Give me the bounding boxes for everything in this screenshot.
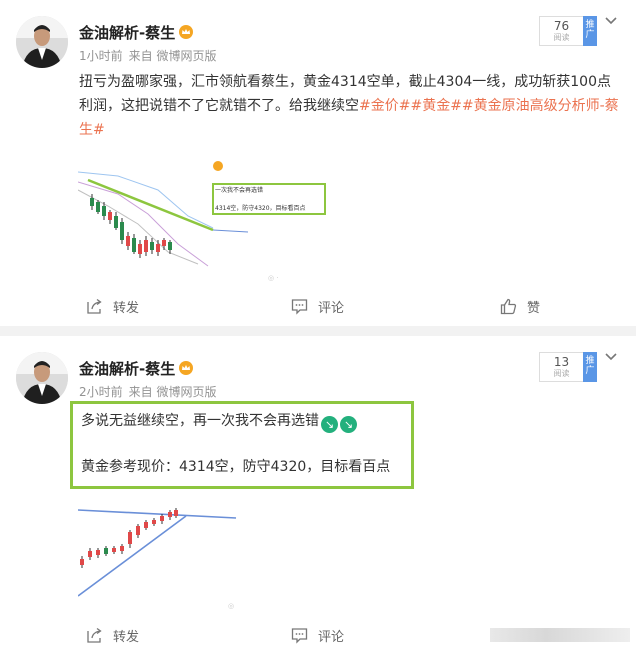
post-image-chart[interactable]: ◎ · 一次我不会再选错 4314空，防守4320，目标看百点 (78, 154, 328, 286)
read-count: 76 (553, 19, 570, 33)
read-count-box: 76 阅读 (539, 16, 583, 46)
read-count: 13 (553, 355, 570, 369)
svg-text:◎ ·: ◎ · (268, 274, 279, 282)
blurred-action-area (490, 628, 630, 642)
author-name[interactable]: 金油解析-蔡生 (79, 22, 194, 43)
avatar[interactable] (16, 352, 68, 404)
repost-icon (87, 627, 102, 643)
promote-button[interactable]: 推广 (583, 352, 597, 382)
post-text: 扭亏为盈哪家强，汇市领航看蔡生，黄金4314空单，截止4304一线，成功斩获10… (79, 70, 619, 142)
crown-icon (179, 25, 194, 39)
comment-button[interactable]: 评论 (291, 297, 344, 316)
author-name[interactable]: 金油解析-蔡生 (79, 358, 194, 379)
repost-icon (87, 298, 102, 314)
crown-icon (179, 361, 194, 375)
weibo-post-card-2: 金油解析-蔡生 2小时前 来自 微博网页版 13 阅读 推广 多说无益继续空，再一… (0, 336, 636, 656)
thumbnail-line-2: 4314空，防守4320，目标看百点 (215, 205, 306, 212)
candlestick-chart-image: ◎ (78, 504, 248, 614)
avatar[interactable] (16, 16, 68, 68)
crown-icon (213, 161, 223, 171)
author-name-text[interactable]: 金油解析-蔡生 (79, 360, 175, 378)
weibo-post-card-1: 金油解析-蔡生 1小时前 来自 微博网页版 76 阅读 推广 扭亏为盈哪家强，汇市… (0, 0, 636, 326)
thumbs-up-icon (500, 298, 517, 315)
down-trend-icon: ↘ (340, 416, 357, 433)
post-time[interactable]: 2小时前 (79, 385, 123, 399)
quote-line-1: 多说无益继续空，再一次我不会再选错 ↘ ↘ (81, 410, 357, 433)
post-image-chart[interactable]: ◎ (78, 504, 248, 614)
thumbnail-line-1: 一次我不会再选错 (215, 187, 264, 194)
quote-line-2: 黄金参考现价：4314空，防守4320，目标看百点 (81, 459, 391, 475)
like-label: 赞 (527, 301, 541, 316)
down-trend-icon: ↘ (321, 416, 338, 433)
thumbnail-text-crop: 一次我不会再选错 4314空，防守4320，目标看百点 (212, 157, 328, 219)
post-time[interactable]: 1小时前 (79, 49, 123, 63)
post-meta: 1小时前 来自 微博网页版 (79, 47, 216, 64)
highlighted-quote-box: 多说无益继续空，再一次我不会再选错 ↘ ↘ 黄金参考现价：4314空，防守4320，… (70, 401, 414, 489)
more-options-chevron-icon[interactable] (604, 350, 618, 366)
quote-line-1-text: 多说无益继续空，再一次我不会再选错 (81, 413, 319, 429)
post-source: 来自 微博网页版 (128, 385, 217, 399)
comment-label: 评论 (318, 630, 345, 645)
comment-button[interactable]: 评论 (291, 626, 344, 645)
comment-label: 评论 (318, 301, 345, 316)
promote-button[interactable]: 推广 (583, 16, 597, 46)
svg-text:◎: ◎ (228, 602, 234, 610)
repost-button[interactable]: 转发 (86, 626, 139, 645)
post-source: 来自 微博网页版 (128, 49, 217, 63)
author-name-text[interactable]: 金油解析-蔡生 (79, 24, 175, 42)
like-button[interactable]: 赞 (500, 297, 540, 316)
repost-button[interactable]: 转发 (86, 297, 139, 316)
repost-label: 转发 (113, 301, 140, 316)
read-label: 阅读 (553, 33, 570, 42)
repost-label: 转发 (113, 630, 140, 645)
comment-icon (291, 299, 308, 315)
more-options-chevron-icon[interactable] (604, 14, 618, 30)
read-count-box: 13 阅读 (539, 352, 583, 382)
read-label: 阅读 (553, 369, 570, 378)
post-meta: 2小时前 来自 微博网页版 (79, 383, 216, 400)
comment-icon (291, 628, 308, 644)
